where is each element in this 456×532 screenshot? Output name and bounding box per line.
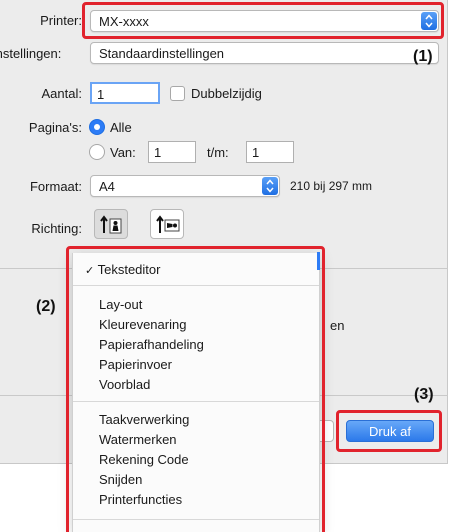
obscured-text: en [330, 318, 345, 333]
callout-1: (1) [413, 48, 433, 65]
portrait-icon [100, 215, 122, 234]
pages-all-radio[interactable] [89, 119, 105, 135]
pages-range-radio[interactable] [89, 144, 105, 160]
landscape-orientation-button[interactable] [150, 209, 184, 239]
paper-size-label: Formaat: [29, 179, 82, 194]
pages-from-input[interactable]: 1 [148, 141, 196, 163]
pages-all-label: Alle [110, 120, 132, 135]
callout-3: (3) [414, 386, 434, 403]
presets-select[interactable]: Standaardinstellingen [90, 42, 439, 64]
printer-label: Printer: [40, 13, 82, 28]
highlight-print-button [336, 410, 442, 452]
highlight-menu [66, 246, 325, 532]
copies-value: 1 [97, 87, 105, 102]
portrait-orientation-button[interactable] [94, 209, 128, 239]
copies-input[interactable]: 1 [90, 82, 160, 104]
pages-to-label: t/m: [207, 145, 229, 160]
paper-size-value: A4 [99, 179, 115, 194]
pages-to-value: 1 [252, 145, 260, 160]
landscape-icon [156, 215, 180, 233]
pages-label: Pagina's: [28, 120, 82, 135]
orientation-label: Richting: [31, 221, 82, 236]
callout-2: (2) [36, 298, 56, 315]
pages-to-input[interactable]: 1 [246, 141, 294, 163]
highlight-printer [82, 2, 444, 39]
chevron-up-down-icon [262, 177, 278, 195]
pages-from-value: 1 [154, 145, 162, 160]
presets-value: Standaardinstellingen [99, 46, 225, 61]
duplex-checkbox[interactable] [170, 86, 185, 101]
paper-dimensions: 210 bij 297 mm [290, 179, 373, 193]
pages-from-label: Van: [110, 145, 136, 160]
duplex-label: Dubbelzijdig [191, 86, 262, 101]
presets-label: Instellingen: [0, 46, 62, 61]
copies-label: Aantal: [41, 86, 82, 101]
paper-size-select[interactable]: A4 [90, 175, 280, 197]
